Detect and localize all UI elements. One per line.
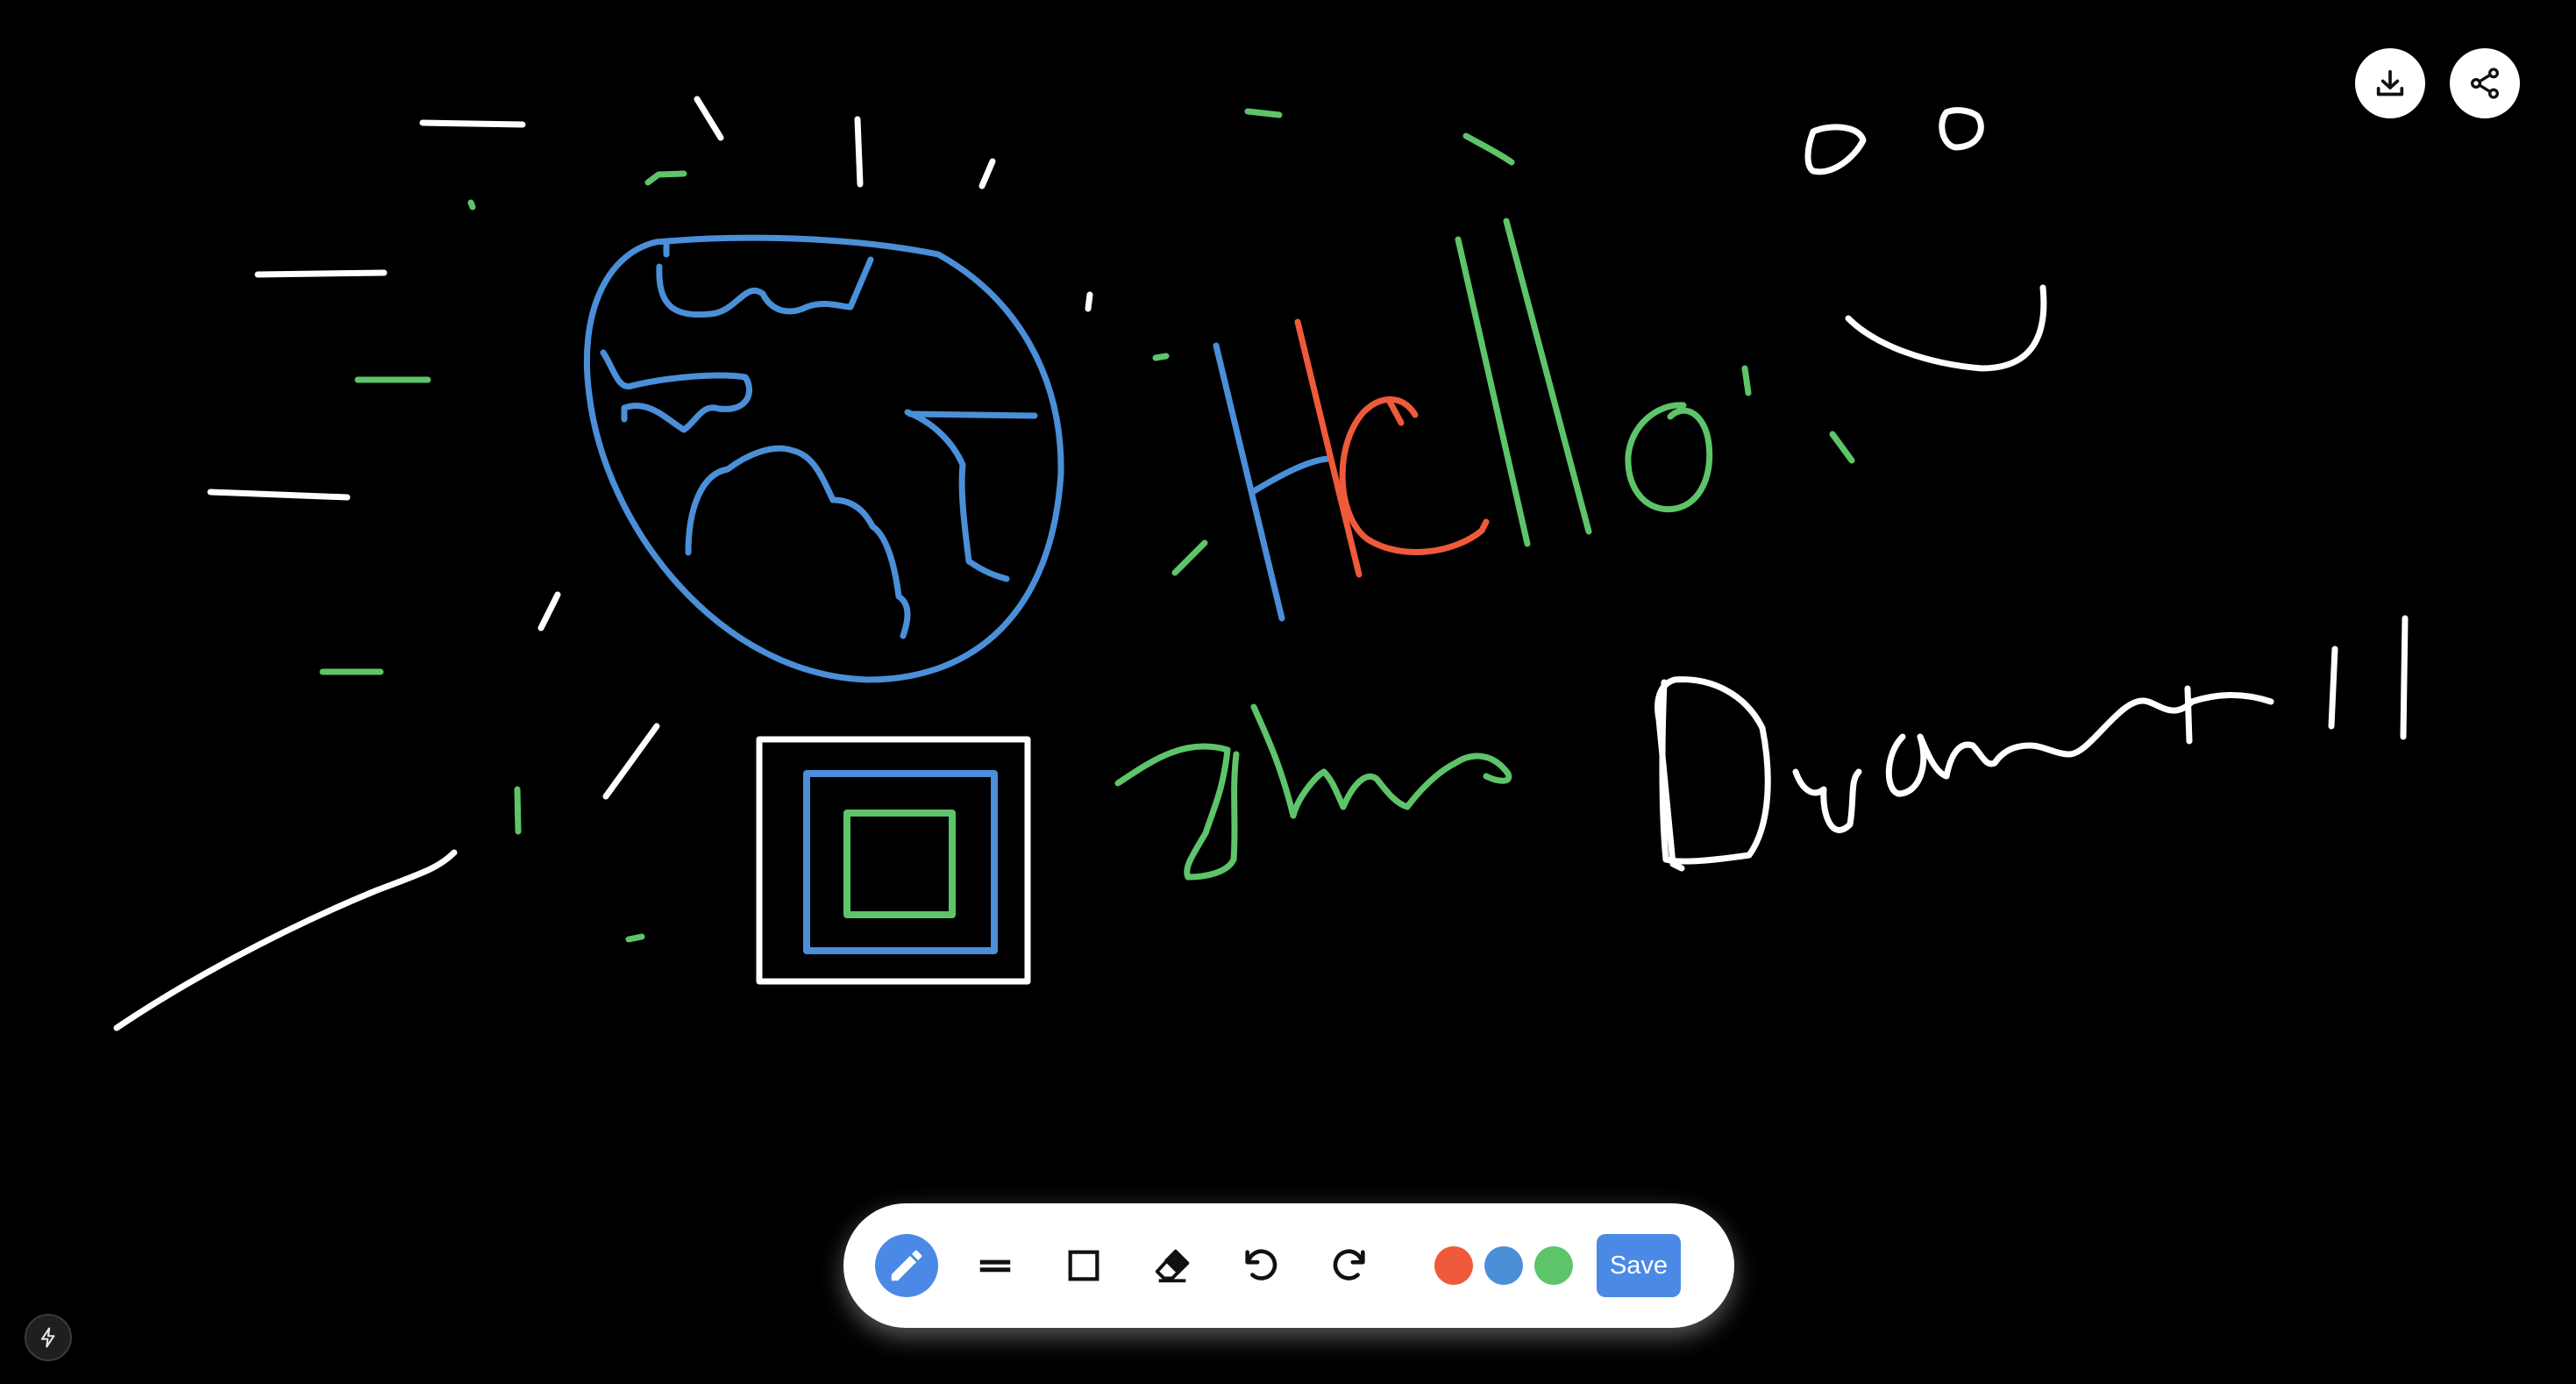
pen-tool-button[interactable] [875,1234,938,1297]
redo-button[interactable] [1318,1234,1381,1297]
share-button[interactable] [2450,48,2520,118]
square-icon [1068,1250,1099,1281]
hello-text [1213,218,1713,622]
color-swatch-green[interactable] [1534,1246,1573,1285]
save-button[interactable]: Save [1597,1234,1681,1297]
nested-squares [756,736,1031,985]
download-button[interactable] [2355,48,2425,118]
drawing-canvas[interactable] [0,0,2576,1384]
green-dashes [319,108,1855,943]
drawn-text [1654,615,2409,872]
undo-icon [1245,1249,1277,1281]
line-tool-button[interactable] [964,1234,1027,1297]
globe-drawing [583,234,1064,683]
color-swatch-blue[interactable] [1484,1246,1523,1285]
top-actions [2355,48,2520,118]
lightning-icon [40,1327,55,1348]
eraser-icon [1155,1249,1190,1283]
eraser-tool-button[interactable] [1141,1234,1204,1297]
smiley-face [1804,107,2047,372]
drawing-toolbar: Save [843,1203,1734,1328]
color-swatch-red[interactable] [1434,1246,1473,1285]
pencil-icon [891,1250,922,1281]
redo-icon [1333,1249,1365,1281]
lightning-badge[interactable] [25,1314,72,1361]
rectangle-tool-button[interactable] [1052,1234,1115,1297]
this-text [1114,703,1512,881]
white-rays [113,96,1093,1031]
download-icon [2376,69,2404,96]
drawing-app: Save [0,0,2576,1384]
share-icon [2471,68,2499,99]
undo-button[interactable] [1229,1234,1292,1297]
double-line-icon [979,1259,1011,1273]
